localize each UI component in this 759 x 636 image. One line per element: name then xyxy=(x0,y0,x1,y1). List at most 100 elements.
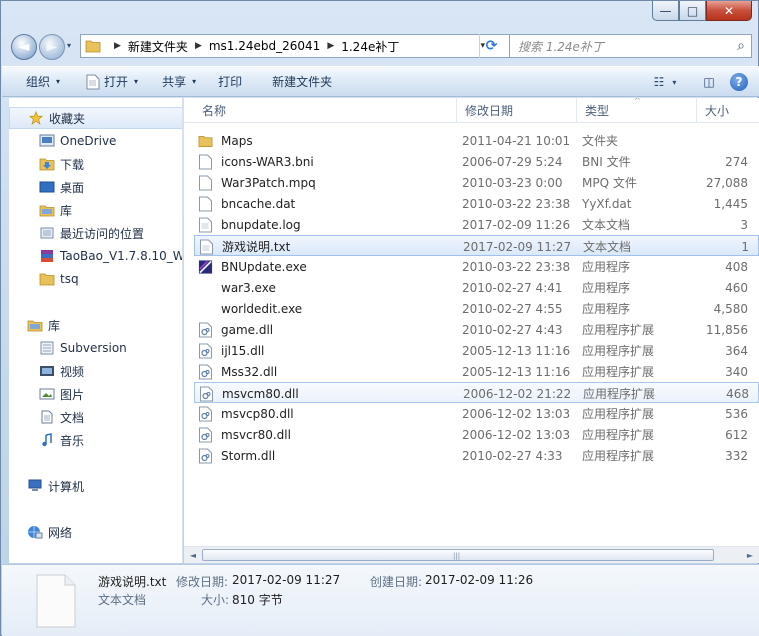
table-row[interactable]: 游戏说明.txt 2017-02-09 11:27 文本文档 1 xyxy=(194,235,759,256)
sidebar-item-label: 网络 xyxy=(48,525,73,540)
table-row[interactable]: bnupdate.log 2017-02-09 11:26 文本文档 3 xyxy=(194,214,759,235)
horizontal-scrollbar[interactable]: ◄ ||| ► xyxy=(184,546,759,563)
table-row[interactable]: Maps 2011-04-21 10:01 文件夹 xyxy=(194,130,759,151)
breadcrumb-sep-1[interactable]: ▶ xyxy=(188,41,209,51)
sidebar-item-subversion[interactable]: Subversion xyxy=(9,337,182,359)
scrollbar-thumb[interactable]: ||| xyxy=(202,549,714,561)
back-button[interactable]: ◄ xyxy=(11,34,37,60)
sidebar-item-libraries[interactable]: 库 xyxy=(9,314,182,336)
share-button[interactable]: 共享 ▾ xyxy=(148,67,206,96)
sidebar-item-taobao[interactable]: TaoBao_V1.7.8.10_Wi xyxy=(9,245,182,267)
file-size-cell: 4,580 xyxy=(713,301,748,316)
file-type-cell: 应用程序扩展 xyxy=(582,428,655,442)
maximize-button[interactable]: □ xyxy=(679,1,706,21)
file-type-cell: 文本文档 xyxy=(583,240,632,254)
refresh-button[interactable]: ⟳ xyxy=(479,34,503,58)
table-row[interactable]: war3.exe 2010-02-27 4:41 应用程序 460 xyxy=(194,277,759,298)
dll-file-icon xyxy=(199,406,212,421)
new-folder-button[interactable]: 新建文件夹 xyxy=(252,67,342,96)
sidebar-item-documents[interactable]: 文档 xyxy=(9,406,182,428)
file-name-cell: msvcm80.dll xyxy=(199,383,457,404)
column-size[interactable]: 大小 xyxy=(697,98,759,123)
breadcrumb-item-0[interactable]: 新建文件夹 xyxy=(128,38,188,55)
file-date-cell: 2006-12-02 21:22 xyxy=(463,386,572,401)
file-type-cell: 应用程序 xyxy=(582,302,631,316)
scroll-right-icon[interactable]: ► xyxy=(742,548,758,562)
sidebar-item-label: 库 xyxy=(48,318,61,333)
print-button[interactable]: 打印 xyxy=(206,67,252,96)
file-type-cell: 应用程序扩展 xyxy=(583,387,656,401)
sidebar-item-network[interactable]: 网络 xyxy=(9,521,182,543)
column-date[interactable]: 修改日期 xyxy=(457,98,577,123)
table-row[interactable]: msvcm80.dll 2006-12-02 21:22 应用程序扩展 468 xyxy=(194,382,759,403)
file-size-cell: 11,856 xyxy=(706,322,748,337)
file-date-cell: 2010-02-27 4:43 xyxy=(462,322,563,337)
file-type-cell: 应用程序扩展 xyxy=(582,407,655,421)
table-row[interactable]: msvcp80.dll 2006-12-02 13:03 应用程序扩展 536 xyxy=(194,403,759,424)
detail-modified-label: 修改日期: xyxy=(176,575,229,589)
sidebar-item-tsq[interactable]: tsq xyxy=(9,268,182,290)
table-row[interactable]: bncache.dat 2010-03-22 23:38 YyXf.dat 1,445 xyxy=(194,193,759,214)
sidebar-item-favorites[interactable]: 收藏夹 xyxy=(9,107,182,129)
file-name: War3Patch.mpq xyxy=(221,175,316,190)
minimize-button[interactable]: — xyxy=(652,1,679,21)
explorer-window: — □ ✕ ◄ ► ▾ ▶ 新建文件夹 ▶ ms1.24ebd_26041 ▶ … xyxy=(0,0,759,636)
folder-icon xyxy=(39,273,55,286)
sidebar-item-recent[interactable]: 最近访问的位置 xyxy=(9,222,182,244)
organize-button[interactable]: 组织 ▾ xyxy=(2,67,70,96)
forward-button[interactable]: ► xyxy=(39,34,65,60)
sidebar-item-pictures[interactable]: 图片 xyxy=(9,383,182,405)
file-type-cell: 文件夹 xyxy=(582,134,619,148)
breadcrumb-item-1[interactable]: ms1.24ebd_26041 xyxy=(209,39,320,53)
breadcrumb-sep-0[interactable]: ▶ xyxy=(107,41,128,51)
table-row[interactable]: BNUpdate.exe 2010-03-22 23:38 应用程序 408 xyxy=(194,256,759,277)
file-date-cell: 2006-12-02 13:03 xyxy=(462,427,571,442)
breadcrumb-item-2[interactable]: 1.24e补丁 xyxy=(341,38,399,55)
file-name-cell: 游戏说明.txt xyxy=(199,236,457,257)
search-input[interactable]: 搜索 1.24e补丁 ⌕ xyxy=(509,34,752,58)
sidebar-item-onedrive[interactable]: OneDrive xyxy=(9,130,182,152)
sidebar-item-library[interactable]: 库 xyxy=(9,199,182,221)
table-row[interactable]: Storm.dll 2010-02-27 4:33 应用程序扩展 332 xyxy=(194,445,759,466)
search-icon[interactable]: ⌕ xyxy=(737,38,745,54)
table-row[interactable]: icons-WAR3.bni 2006-07-29 5:24 BNI 文件 274 xyxy=(194,151,759,172)
file-type-cell: 应用程序扩展 xyxy=(582,449,655,463)
sidebar-item-label: tsq xyxy=(60,272,79,286)
detail-filename: 游戏说明.txt xyxy=(98,575,167,589)
file-size-cell: 332 xyxy=(725,448,748,463)
file-name-cell: Storm.dll xyxy=(198,445,456,466)
sidebar-item-downloads[interactable]: 下载 xyxy=(9,153,182,175)
column-name[interactable]: 名称 xyxy=(194,98,457,123)
file-size-cell: 460 xyxy=(725,280,748,295)
file-date-cell: 2010-03-22 23:38 xyxy=(462,259,571,274)
table-row[interactable]: game.dll 2010-02-27 4:43 应用程序扩展 11,856 xyxy=(194,319,759,340)
sort-indicator-icon: ^ xyxy=(634,98,641,105)
file-type-cell: 应用程序扩展 xyxy=(582,365,655,379)
sidebar-item-computer[interactable]: 计算机 xyxy=(9,475,182,497)
sidebar-item-music[interactable]: 音乐 xyxy=(9,429,182,451)
file-type-cell: MPQ 文件 xyxy=(582,176,637,190)
open-label: 打开 xyxy=(104,75,129,89)
sidebar-item-videos[interactable]: 视频 xyxy=(9,360,182,382)
winrar-archive-icon xyxy=(41,250,53,262)
table-row[interactable]: Mss32.dll 2005-12-13 11:16 应用程序扩展 340 xyxy=(194,361,759,382)
table-row[interactable]: msvcr80.dll 2006-12-02 13:03 应用程序扩展 612 xyxy=(194,424,759,445)
preview-pane-button[interactable]: ◫ xyxy=(697,71,721,93)
help-button[interactable]: ? xyxy=(727,71,751,93)
recent-pages-dropdown-icon[interactable]: ▾ xyxy=(67,41,71,50)
open-button[interactable]: 打开 ▾ xyxy=(70,67,148,96)
dll-file-icon xyxy=(199,448,212,463)
library-icon xyxy=(39,205,55,217)
breadcrumb-sep-2[interactable]: ▶ xyxy=(320,41,341,51)
sidebar-item-desktop[interactable]: 桌面 xyxy=(9,176,182,198)
table-row[interactable]: War3Patch.mpq 2010-03-23 0:00 MPQ 文件 27,088 xyxy=(194,172,759,193)
change-view-button[interactable]: ☷ ▾ xyxy=(653,71,677,93)
table-row[interactable]: ijl15.dll 2005-12-13 11:16 应用程序扩展 364 xyxy=(194,340,759,361)
close-button[interactable]: ✕ xyxy=(706,1,752,21)
file-size-cell xyxy=(694,130,748,151)
file-name-cell: War3Patch.mpq xyxy=(198,172,456,193)
address-bar[interactable]: ▶ 新建文件夹 ▶ ms1.24ebd_26041 ▶ 1.24e补丁 ▾ xyxy=(80,34,510,58)
table-row[interactable]: worldedit.exe 2010-02-27 4:55 应用程序 4,580 xyxy=(194,298,759,319)
scroll-left-icon[interactable]: ◄ xyxy=(185,548,201,562)
file-type-cell: 应用程序 xyxy=(582,260,631,274)
